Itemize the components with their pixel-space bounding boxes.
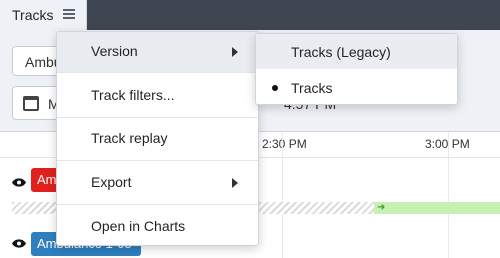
calendar-icon: [23, 96, 39, 111]
track-activity-bar[interactable]: [374, 202, 500, 214]
menu-divider: [57, 160, 258, 161]
chevron-right-icon: [232, 178, 238, 188]
submenu-item-tracks[interactable]: Tracks: [256, 70, 457, 105]
menu-item-track-replay[interactable]: Track replay: [57, 119, 258, 159]
menu-item-label: Track replay: [91, 130, 168, 146]
timeline-tick: 2:30 PM: [262, 137, 307, 151]
menu-item-label: Open in Charts: [91, 218, 186, 234]
version-submenu: Tracks (Legacy) Tracks: [255, 33, 458, 105]
menu-item-export[interactable]: Export: [57, 163, 258, 203]
menu-item-label: Track filters...: [91, 87, 175, 103]
menu-item-track-filters[interactable]: Track filters...: [57, 76, 258, 116]
eye-icon[interactable]: [12, 239, 26, 248]
menu-divider: [57, 117, 258, 118]
menu-divider: [57, 72, 258, 73]
timeline-gridline: [448, 132, 449, 258]
tracks-tab[interactable]: Tracks: [0, 0, 87, 33]
submenu-item-label: Tracks: [291, 80, 333, 96]
selected-bullet-icon: [272, 85, 278, 91]
chevron-right-icon: [232, 47, 238, 57]
menu-item-open-in-charts[interactable]: Open in Charts: [57, 207, 258, 247]
menu-item-label: Version: [91, 43, 138, 59]
submenu-item-label: Tracks (Legacy): [291, 44, 391, 60]
eye-icon[interactable]: [12, 178, 26, 187]
hamburger-menu-icon[interactable]: [63, 9, 75, 19]
tracks-context-menu: Version Track filters... Track replay Ex…: [56, 31, 259, 246]
arrow-right-icon: ➜: [377, 202, 386, 213]
tracks-tab-title: Tracks: [12, 7, 54, 23]
menu-item-version[interactable]: Version: [57, 32, 258, 72]
menu-item-label: Export: [91, 174, 132, 190]
timeline-gridline: [282, 132, 283, 258]
submenu-item-tracks-legacy[interactable]: Tracks (Legacy): [256, 34, 457, 69]
menu-divider: [57, 204, 258, 205]
